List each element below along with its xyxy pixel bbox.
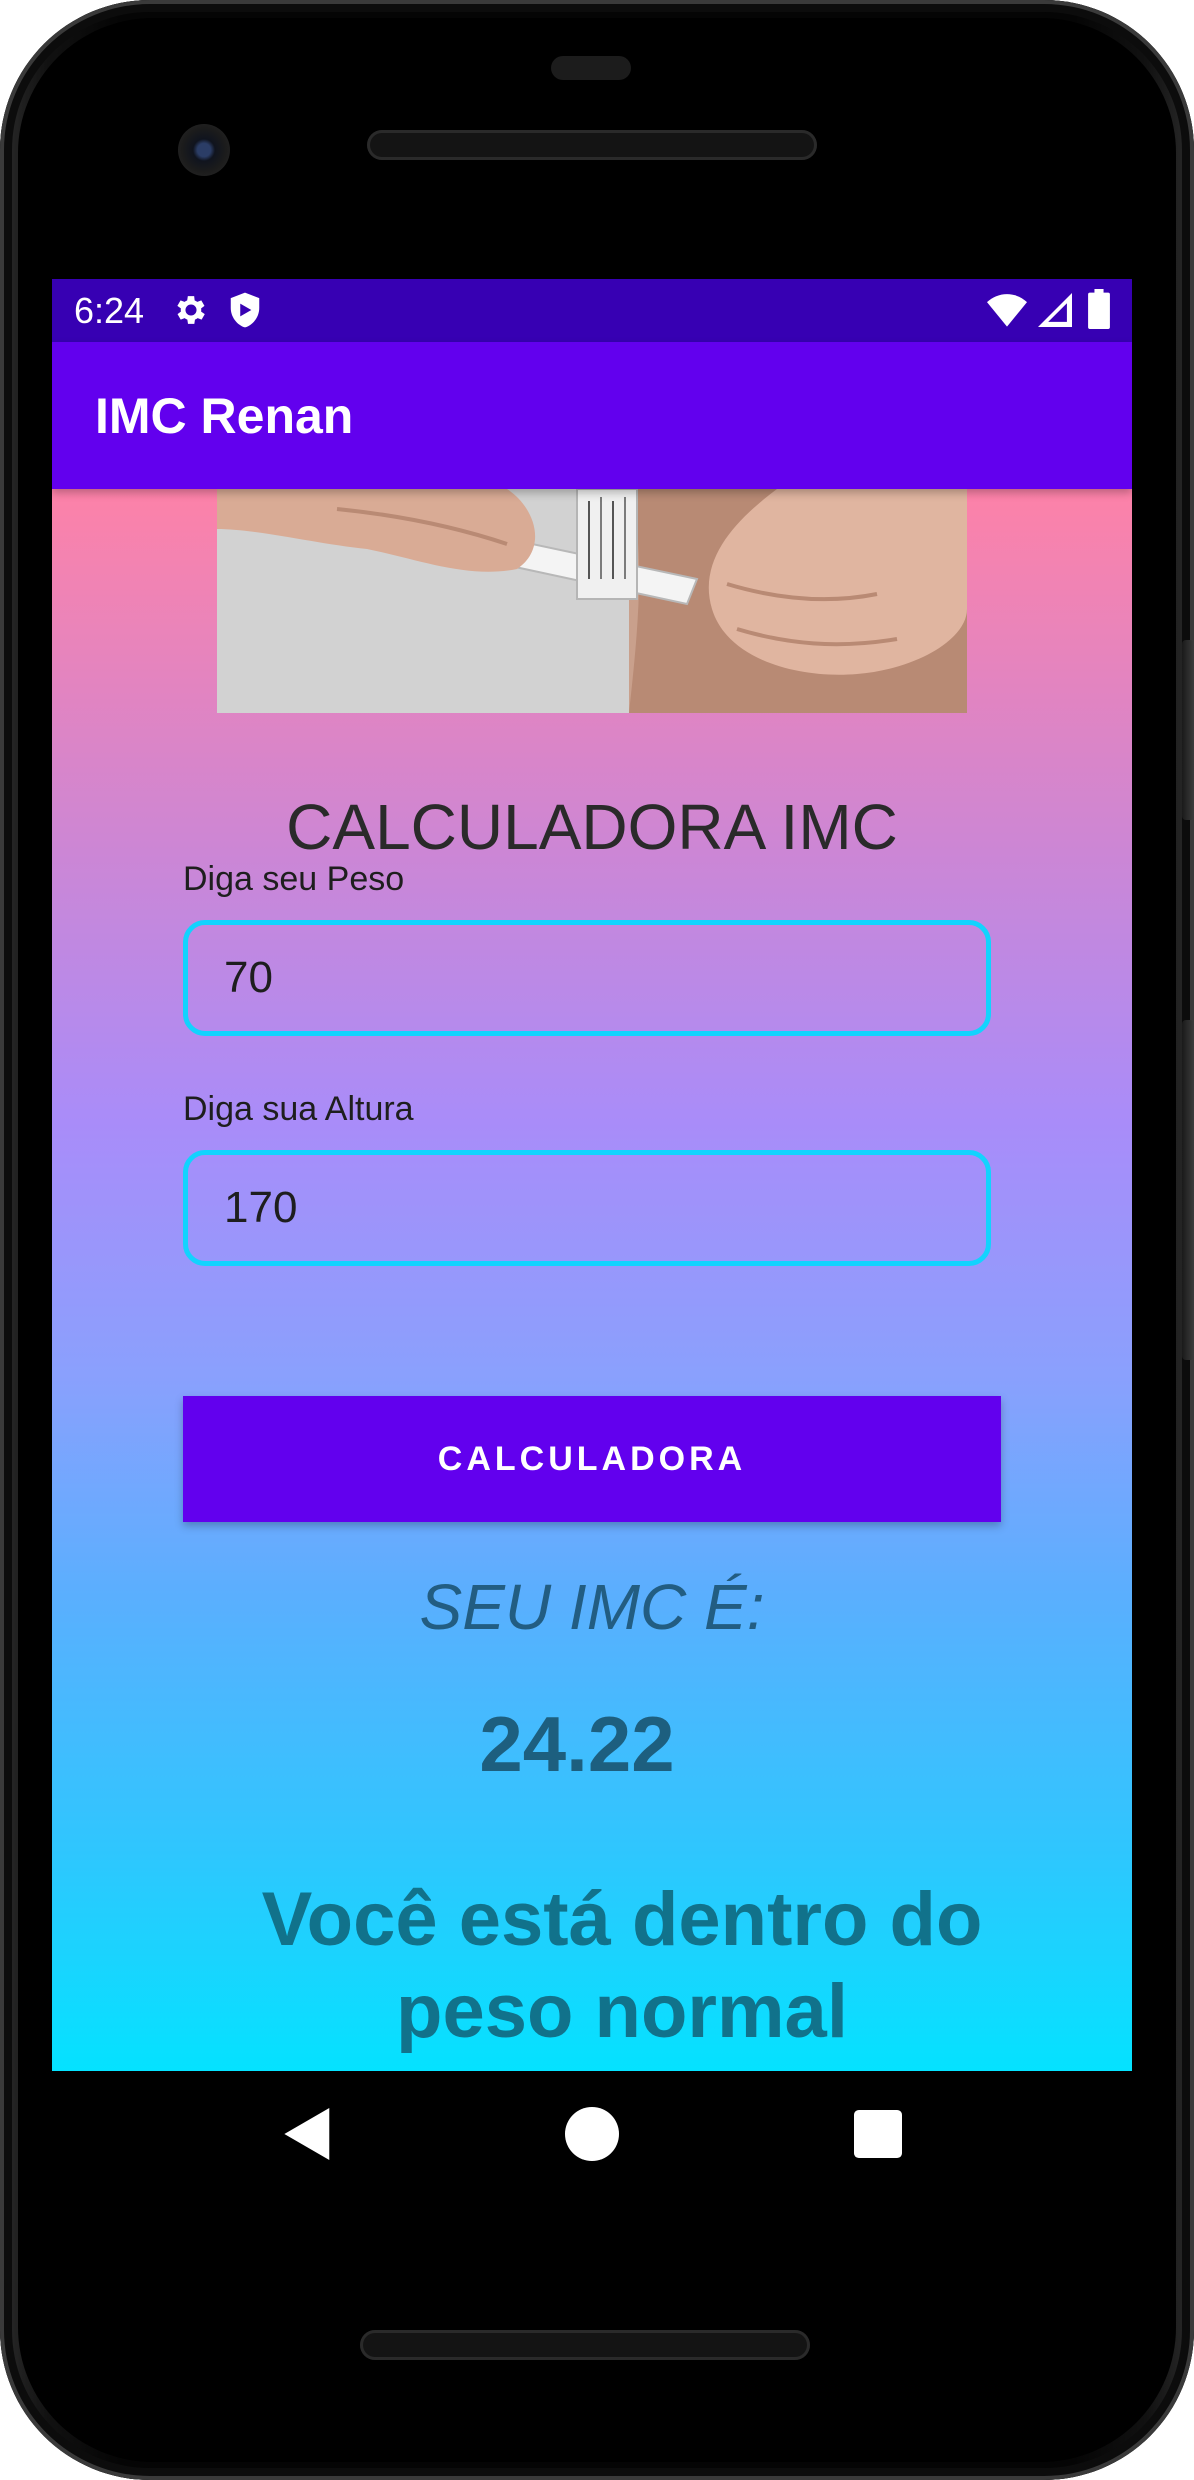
volume-button — [1182, 1020, 1194, 1360]
bmi-value: 24.22 — [479, 1700, 675, 1788]
bmi-status-message: Você está dentro do peso normal — [261, 1877, 983, 2054]
battery-icon — [1088, 289, 1110, 334]
weight-label: Diga seu Peso — [183, 860, 405, 898]
main-content[interactable]: CALCULADORA IMC Diga seu Peso Diga sua A… — [52, 489, 1132, 2071]
calculate-button[interactable]: CALCULADORA — [183, 1396, 1001, 1522]
proximity-sensor — [551, 56, 631, 80]
gear-icon — [172, 291, 210, 334]
app-bar: IMC Renan — [52, 342, 1132, 489]
app-title: IMC Renan — [95, 388, 354, 444]
bottom-speaker-grille — [360, 2330, 810, 2360]
weight-input[interactable] — [183, 920, 991, 1036]
signal-icon — [1038, 293, 1072, 332]
status-bar: 6:24 — [52, 279, 1132, 342]
home-icon[interactable] — [559, 2101, 625, 2167]
height-label: Diga sua Altura — [183, 1090, 414, 1128]
calculator-title: CALCULADORA IMC — [286, 791, 898, 863]
status-time: 6:24 — [74, 290, 145, 331]
height-input[interactable] — [183, 1150, 991, 1266]
shield-icon — [228, 291, 262, 334]
recents-icon[interactable] — [845, 2101, 911, 2167]
power-button — [1182, 640, 1194, 820]
caliper-measuring-photo — [217, 489, 967, 713]
wifi-icon — [987, 293, 1027, 332]
device-screen: 6:24 IMC Renan CALCULADORA IMC Diga seu … — [52, 279, 1132, 2071]
navigation-bar — [52, 2071, 1132, 2197]
front-camera — [178, 124, 230, 176]
back-icon[interactable] — [275, 2101, 341, 2167]
top-speaker-grille — [367, 130, 817, 160]
result-label: SEU IMC É: — [419, 1571, 765, 1643]
